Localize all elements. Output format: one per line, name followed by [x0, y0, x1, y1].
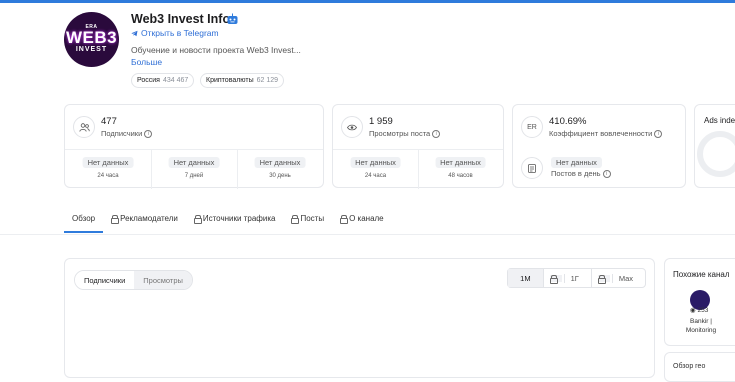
period-label: 1M	[514, 273, 537, 283]
subscribers-label: Подписчики	[101, 129, 143, 138]
similar-channel-name[interactable]: Bankir | Monitoring	[675, 317, 727, 335]
period-value: Нет данных	[168, 157, 220, 168]
users-icon: ◉	[690, 307, 696, 314]
segment-subscribers[interactable]: Подписчики	[75, 271, 135, 289]
tab-label: Источники трафика	[202, 214, 276, 223]
er-label-row: Коэффициент вовлеченности i	[549, 129, 663, 138]
period-label: 24 часа	[364, 173, 387, 179]
geo-panel: Обзор гео	[664, 352, 735, 382]
subscribers-card: 477 Подписчики i Нет данных 24 часа Нет …	[64, 104, 324, 189]
lock-icon	[111, 215, 120, 224]
tab-label: Посты	[300, 214, 325, 223]
segment-views[interactable]: Просмотры	[134, 271, 192, 289]
lock-icon	[340, 215, 349, 224]
posts-per-day-value: Нет данных	[551, 157, 602, 168]
tab-bar: Обзор Рекламодатели Источники трафика По…	[64, 207, 392, 233]
period-label: 48 часов	[448, 173, 473, 179]
avatar-main-text: WEB3	[65, 28, 118, 47]
posts-per-day-label: Постов в день	[551, 169, 601, 178]
tag-label: Криптовалюты	[206, 77, 254, 84]
similar-channel-count: 253	[697, 307, 709, 314]
subscribers-period-7d: Нет данных 7 дней	[151, 149, 237, 189]
subscribers-label-row: Подписчики i	[101, 129, 153, 138]
chart-panel: Подписчики Просмотры 1M 1Г Max	[64, 258, 655, 378]
posts-label-row: Постов в день i	[551, 169, 611, 178]
tag-category[interactable]: Криптовалюты 62 129	[200, 73, 285, 88]
period-value: Нет данных	[350, 157, 401, 168]
lock-icon	[549, 275, 562, 284]
period-value: Нет данных	[82, 157, 134, 168]
views-value: 1 959	[369, 116, 393, 127]
views-label-row: Просмотры поста i	[369, 129, 441, 138]
period-label: 30 день	[269, 173, 291, 179]
telegram-link-text: Открыть в Telegram	[141, 28, 219, 38]
period-label: 7 дней	[184, 173, 204, 179]
er-label: Коэффициент вовлеченности	[549, 129, 653, 138]
tab-label: Обзор	[72, 214, 96, 223]
open-telegram-link[interactable]: Открыть в Telegram	[131, 28, 219, 38]
subscribers-period-24h: Нет данных 24 часа	[65, 149, 151, 189]
channel-avatar: ERA WEB3 INVEST	[64, 12, 119, 67]
tab-posts[interactable]: Посты	[283, 207, 332, 233]
views-period-24h: Нет данных 24 часа	[333, 149, 418, 189]
similar-channels-heading: Похожие канал	[673, 270, 730, 279]
period-label: 24 часа	[97, 173, 119, 179]
metric-switch: Подписчики Просмотры	[74, 270, 193, 290]
er-value: 410.69%	[549, 116, 587, 127]
telegram-icon	[131, 30, 138, 36]
tab-label: О канале	[349, 214, 384, 223]
subscribers-value: 477	[101, 116, 117, 127]
info-icon[interactable]: i	[432, 129, 441, 138]
tab-about[interactable]: О канале	[332, 207, 392, 233]
more-link[interactable]: Больше	[131, 57, 162, 67]
users-icon	[73, 116, 95, 138]
avatar-sub-text: INVEST	[75, 46, 108, 53]
channel-title: Web3 Invest Info	[131, 12, 231, 26]
period-max[interactable]: Max	[590, 269, 645, 287]
period-value: Нет данных	[435, 157, 486, 168]
similar-channel-count-row: ◉ 253	[690, 306, 708, 314]
views-label: Просмотры поста	[369, 129, 431, 138]
top-accent-bar	[0, 0, 735, 3]
tag-label: Россия	[137, 77, 160, 84]
lock-icon	[291, 215, 300, 224]
ads-index-card: Ads inde	[694, 104, 735, 188]
period-value: Нет данных	[254, 157, 306, 168]
info-icon[interactable]: i	[654, 129, 663, 138]
channel-description: Обучение и новости проекта Web3 Invest..…	[131, 45, 301, 55]
er-icon: ER	[521, 116, 543, 138]
tag-count: 62 129	[256, 77, 279, 84]
ads-index-gauge	[697, 131, 735, 177]
ads-index-label: Ads inde	[704, 116, 735, 125]
lock-icon	[193, 215, 202, 224]
similar-channels-panel: Похожие канал ◉ 253 Bankir | Monitoring	[664, 258, 735, 346]
tab-overview[interactable]: Обзор	[64, 207, 104, 233]
tab-traffic-sources[interactable]: Источники трафика	[186, 207, 284, 233]
info-icon[interactable]: i	[144, 129, 153, 138]
bot-icon	[227, 13, 238, 24]
info-icon[interactable]: i	[602, 169, 611, 178]
engagement-card: ER 410.69% Коэффициент вовлеченности i Н…	[512, 104, 686, 188]
tag-country[interactable]: Россия 434 467	[131, 73, 195, 88]
period-1y[interactable]: 1Г	[542, 269, 591, 287]
period-switch: 1M 1Г Max	[507, 268, 646, 288]
eye-icon	[341, 116, 363, 138]
period-label: Max	[611, 273, 639, 283]
lock-icon	[597, 275, 610, 284]
tab-label: Рекламодатели	[120, 214, 178, 223]
posts-icon	[521, 157, 543, 179]
period-label: 1Г	[563, 273, 585, 283]
tab-advertisers[interactable]: Рекламодатели	[103, 207, 186, 233]
views-card: 1 959 Просмотры поста i Нет данных 24 ча…	[332, 104, 504, 189]
tag-count: 434 467	[162, 77, 189, 84]
subscribers-period-30d: Нет данных 30 день	[237, 149, 323, 189]
tab-divider	[0, 234, 735, 235]
views-period-48h: Нет данных 48 часов	[418, 149, 503, 189]
period-1m[interactable]: 1M	[508, 269, 543, 287]
